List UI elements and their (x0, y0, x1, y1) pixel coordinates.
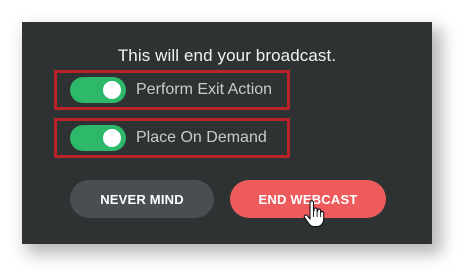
toggle-row-place-on-demand: Place On Demand (54, 118, 290, 158)
never-mind-button[interactable]: NEVER MIND (70, 180, 214, 218)
toggle-row-perform-exit-action: Perform Exit Action (54, 70, 290, 110)
toggle-knob (103, 81, 121, 99)
toggle-knob (103, 129, 121, 147)
place-on-demand-toggle[interactable] (70, 125, 126, 151)
place-on-demand-label: Place On Demand (136, 129, 267, 146)
screenshot-frame: This will end your broadcast. Perform Ex… (0, 0, 472, 276)
hand-pointer-icon (303, 200, 325, 228)
perform-exit-action-toggle[interactable] (70, 77, 126, 103)
perform-exit-action-label: Perform Exit Action (136, 81, 273, 98)
dialog-message: This will end your broadcast. (117, 46, 337, 65)
end-broadcast-dialog: This will end your broadcast. Perform Ex… (22, 22, 432, 244)
